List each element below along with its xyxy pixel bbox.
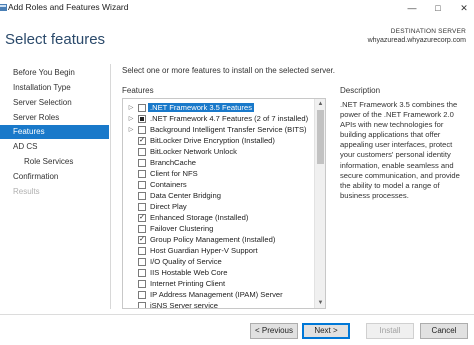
feature-checkbox[interactable] [138, 268, 146, 277]
feature-label: Background Intelligent Transfer Service … [150, 125, 307, 134]
feature-label: BitLocker Drive Encryption (Installed) [150, 136, 275, 145]
feature-label: IP Address Management (IPAM) Server [150, 290, 283, 299]
page-title: Select features [5, 31, 106, 48]
footer-divider [0, 314, 474, 315]
feature-checkbox[interactable]: ✓ [138, 235, 146, 244]
install-button: Install [366, 323, 414, 339]
feature-checkbox[interactable] [138, 279, 146, 288]
feature-row[interactable]: BitLocker Network Unlock [123, 146, 313, 157]
feature-checkbox[interactable] [138, 290, 146, 299]
feature-label: IIS Hostable Web Core [150, 268, 228, 277]
destination-server-value: whyazuread.whyazurecorp.com [367, 37, 466, 44]
expand-arrow-icon[interactable]: ▷ [128, 126, 134, 133]
feature-label: BitLocker Network Unlock [150, 147, 237, 156]
feature-checkbox[interactable] [138, 147, 146, 156]
feature-row[interactable]: iSNS Server service [123, 300, 313, 309]
nav-features[interactable]: Features [0, 125, 109, 139]
feature-checkbox[interactable] [138, 114, 146, 123]
feature-checkbox[interactable] [138, 301, 146, 308]
nav-before-you-begin[interactable]: Before You Begin [0, 66, 109, 80]
nav-ad-cs[interactable]: AD CS [0, 140, 109, 154]
feature-checkbox[interactable] [138, 180, 146, 189]
server-manager-icon [0, 4, 7, 11]
feature-checkbox[interactable] [138, 257, 146, 266]
feature-row[interactable]: Client for NFS [123, 168, 313, 179]
feature-description: .NET Framework 3.5 combines the power of… [340, 100, 460, 200]
title-bar: Add Roles and Features Wizard — □ ✕ [0, 0, 474, 16]
minimize-button[interactable]: — [406, 2, 418, 14]
feature-checkbox[interactable] [138, 202, 146, 211]
intro-text: Select one or more features to install o… [122, 66, 336, 75]
maximize-button[interactable]: □ [432, 2, 444, 14]
nav-confirmation[interactable]: Confirmation [0, 170, 109, 184]
feature-label: .NET Framework 3.5 Features [147, 102, 255, 113]
close-button[interactable]: ✕ [458, 2, 470, 14]
window-title: Add Roles and Features Wizard [8, 2, 129, 12]
feature-row[interactable]: ▷ .NET Framework 3.5 Features [123, 102, 313, 113]
expand-arrow-icon[interactable]: ▷ [128, 115, 134, 122]
feature-label: Group Policy Management (Installed) [150, 235, 276, 244]
feature-label: Containers [150, 180, 187, 189]
feature-row[interactable]: ✓ Group Policy Management (Installed) [123, 234, 313, 245]
feature-label: Host Guardian Hyper-V Support [150, 246, 258, 255]
feature-row[interactable]: ▷ Background Intelligent Transfer Servic… [123, 124, 313, 135]
nav-divider [110, 64, 111, 309]
feature-row[interactable]: Direct Play [123, 201, 313, 212]
wizard-steps-nav: Before You Begin Installation Type Serve… [0, 60, 111, 310]
nav-installation-type[interactable]: Installation Type [0, 81, 109, 95]
feature-row[interactable]: Host Guardian Hyper-V Support [123, 245, 313, 256]
feature-checkbox[interactable] [138, 125, 146, 134]
scroll-thumb[interactable] [317, 110, 324, 164]
feature-checkbox[interactable] [138, 103, 146, 112]
expand-arrow-icon[interactable]: ▷ [128, 104, 134, 111]
feature-row[interactable]: ▷ .NET Framework 4.7 Features (2 of 7 in… [123, 113, 313, 124]
scroll-down-arrow-icon[interactable]: ▼ [315, 298, 326, 308]
feature-label: I/O Quality of Service [150, 257, 222, 266]
feature-checkbox[interactable] [138, 224, 146, 233]
feature-label: Internet Printing Client [150, 279, 226, 288]
feature-row[interactable]: I/O Quality of Service [123, 256, 313, 267]
features-list[interactable]: ▷ .NET Framework 3.5 Features ▷ .NET Fra… [122, 98, 326, 309]
feature-label: Failover Clustering [150, 224, 214, 233]
feature-label: Direct Play [150, 202, 187, 211]
feature-row[interactable]: Data Center Bridging [123, 190, 313, 201]
destination-server-label: DESTINATION SERVER [390, 28, 466, 35]
feature-row[interactable]: IP Address Management (IPAM) Server [123, 289, 313, 300]
next-button[interactable]: Next > [302, 323, 350, 339]
feature-label: Enhanced Storage (Installed) [150, 213, 249, 222]
feature-row[interactable]: Failover Clustering [123, 223, 313, 234]
feature-label: .NET Framework 4.7 Features (2 of 7 inst… [150, 114, 309, 123]
feature-row[interactable]: ✓ Enhanced Storage (Installed) [123, 212, 313, 223]
nav-results: Results [13, 187, 40, 196]
nav-server-selection[interactable]: Server Selection [0, 96, 109, 110]
feature-row[interactable]: Containers [123, 179, 313, 190]
feature-label: Data Center Bridging [150, 191, 221, 200]
wizard-header: Select features DESTINATION SERVER whyaz… [0, 16, 474, 60]
feature-row[interactable]: ✓ BitLocker Drive Encryption (Installed) [123, 135, 313, 146]
feature-checkbox[interactable] [138, 191, 146, 200]
features-scrollbar[interactable]: ▲ ▼ [314, 99, 325, 308]
nav-server-roles[interactable]: Server Roles [0, 111, 109, 125]
scroll-up-arrow-icon[interactable]: ▲ [315, 99, 326, 109]
feature-checkbox[interactable] [138, 169, 146, 178]
feature-row[interactable]: BranchCache [123, 157, 313, 168]
feature-label: BranchCache [150, 158, 197, 167]
previous-button[interactable]: < Previous [250, 323, 298, 339]
feature-checkbox[interactable] [138, 246, 146, 255]
description-heading: Description [340, 86, 381, 95]
feature-checkbox[interactable] [138, 158, 146, 167]
feature-label: Client for NFS [150, 169, 198, 178]
feature-row[interactable]: Internet Printing Client [123, 278, 313, 289]
nav-role-services[interactable]: Role Services [0, 155, 109, 169]
feature-checkbox[interactable]: ✓ [138, 136, 146, 145]
feature-checkbox[interactable]: ✓ [138, 213, 146, 222]
cancel-button[interactable]: Cancel [420, 323, 468, 339]
window-controls: — □ ✕ [406, 2, 470, 14]
features-heading: Features [122, 86, 154, 95]
feature-label: iSNS Server service [150, 301, 218, 309]
feature-row[interactable]: IIS Hostable Web Core [123, 267, 313, 278]
